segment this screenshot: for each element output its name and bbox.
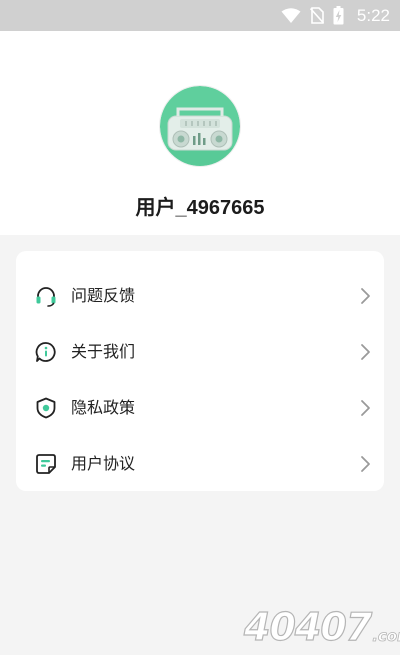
status-icons: 5:22 — [281, 0, 390, 31]
document-icon — [36, 454, 56, 474]
retro-radio-avatar-icon — [160, 86, 240, 166]
chevron-right-icon — [361, 288, 370, 304]
chevron-right-icon — [361, 456, 370, 472]
username: 用户_4967665 — [135, 197, 265, 219]
menu-item-label: 隐私政策 — [71, 398, 136, 417]
avatar[interactable] — [160, 86, 240, 166]
status-time: 5:22 — [356, 5, 390, 25]
menu-item-about-us[interactable]: 关于我们 — [16, 324, 384, 380]
menu-item-user-agreement[interactable]: 用户协议 — [16, 436, 384, 492]
menu-item-privacy-policy[interactable]: 隐私政策 — [16, 380, 384, 436]
no-sim-icon — [309, 7, 324, 24]
menu-item-label: 用户协议 — [71, 454, 136, 473]
headset-icon — [36, 287, 56, 307]
profile-header: 用户_4967665 — [0, 31, 400, 235]
watermark-logo: 40407 .com — [243, 597, 400, 649]
menu-item-feedback[interactable]: 问题反馈 — [16, 268, 384, 324]
watermark-suffix: .com — [372, 627, 400, 646]
settings-menu-card: 问题反馈 关于我们 隐私政策 用户协议 — [16, 251, 384, 491]
info-chat-icon — [35, 342, 56, 362]
battery-charging-icon — [333, 6, 344, 25]
watermark-text: 40407 — [243, 605, 372, 649]
status-bar: 5:22 — [0, 0, 400, 31]
menu-item-label: 关于我们 — [71, 342, 136, 361]
chevron-right-icon — [361, 344, 370, 360]
wifi-icon — [281, 7, 301, 23]
shield-icon — [36, 397, 56, 419]
menu-item-label: 问题反馈 — [71, 286, 136, 305]
chevron-right-icon — [361, 400, 370, 416]
